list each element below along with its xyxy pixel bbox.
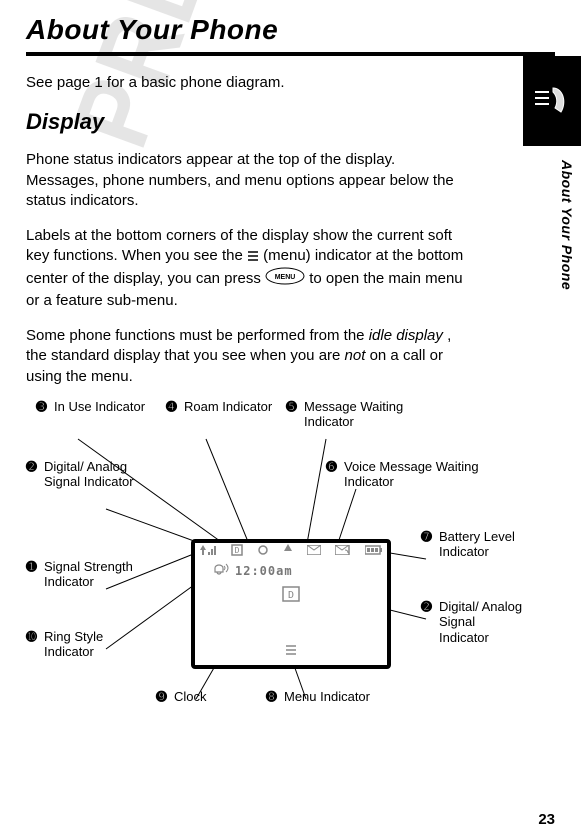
callout-signal-strength: ➊ Signal Strength Indicator: [26, 559, 154, 590]
para3-part-a: Some phone functions must be performed f…: [26, 327, 369, 344]
callout-num-6: ➏: [326, 459, 340, 490]
menu-key-label: MENU: [275, 274, 296, 281]
status-bar: D: [195, 543, 387, 561]
callout-menu-indicator: ➑ Menu Indicator: [266, 689, 370, 705]
page-title: About Your Phone: [26, 14, 555, 46]
callout-label-msg-waiting: Message Waiting Indicator: [304, 399, 444, 430]
callout-num-2a: ➋: [26, 459, 40, 490]
svg-text:D: D: [235, 546, 240, 555]
callout-battery: ➐ Battery Level Indicator: [421, 529, 526, 560]
callout-in-use: ➌ In Use Indicator: [36, 399, 145, 415]
callout-label-battery: Battery Level Indicator: [439, 529, 526, 560]
intro-text: See page 1 for a basic phone diagram.: [26, 74, 555, 91]
paragraph-1: Phone status indicators appear at the to…: [26, 150, 466, 211]
display-row-3: D: [195, 586, 387, 606]
callout-num-10: ➓: [26, 629, 40, 660]
callout-num-9: ➒: [156, 689, 170, 705]
digital-indicator-large-icon: D: [282, 586, 300, 602]
menu-indicator-icon: [247, 251, 259, 261]
callout-num-2b: ➋: [421, 599, 435, 646]
callout-label-in-use: In Use Indicator: [54, 399, 145, 415]
not-term: not: [345, 347, 366, 364]
digital-icon: D: [231, 544, 243, 560]
signal-icon: [199, 544, 217, 560]
callout-label-voice: Voice Message Waiting Indicator: [344, 459, 484, 490]
callout-num-8: ➑: [266, 689, 280, 705]
voicemail-icon: [335, 545, 351, 559]
callout-clock: ➒ Clock: [156, 689, 207, 705]
paragraph-3: Some phone functions must be performed f…: [26, 326, 466, 387]
callout-num-3: ➌: [36, 399, 50, 415]
callout-ring-style: ➓ Ring Style Indicator: [26, 629, 154, 660]
callout-roam: ➍ Roam Indicator: [166, 399, 272, 415]
callout-label-roam: Roam Indicator: [184, 399, 272, 415]
callout-num-1: ➊: [26, 559, 40, 590]
callout-msg-waiting: ➎ Message Waiting Indicator: [286, 399, 444, 430]
callout-label-menu: Menu Indicator: [284, 689, 370, 705]
idle-display-term: idle display: [369, 327, 443, 344]
callout-voice-msg: ➏ Voice Message Waiting Indicator: [326, 459, 484, 490]
message-icon: [307, 545, 321, 559]
callout-num-5: ➎: [286, 399, 300, 430]
display-diagram: ➌ In Use Indicator ➍ Roam Indicator ➎ Me…: [26, 399, 526, 719]
page-number: 23: [538, 811, 555, 828]
svg-text:D: D: [288, 590, 294, 601]
menu-indicator-bottom: [195, 643, 387, 659]
display-row-2: 12:00am: [195, 561, 387, 582]
clock-value: 12:00am: [235, 564, 293, 578]
display-heading: Display: [26, 109, 555, 135]
callout-label-clock: Clock: [174, 689, 207, 705]
callout-num-7: ➐: [421, 529, 435, 560]
paragraph-2: Labels at the bottom corners of the disp…: [26, 226, 466, 311]
menu-key-icon: MENU: [265, 267, 305, 291]
callout-label-ring: Ring Style Indicator: [44, 629, 154, 660]
callout-label-da-right: Digital/ Analog Signal Indicator: [439, 599, 526, 646]
callout-label-da-left: Digital/ Analog Signal Indicator: [44, 459, 154, 490]
title-rule: [26, 52, 555, 56]
callout-digital-analog-right: ➋ Digital/ Analog Signal Indicator: [421, 599, 526, 646]
callout-num-4: ➍: [166, 399, 180, 415]
ring-style-icon: [213, 563, 229, 580]
callout-label-signal: Signal Strength Indicator: [44, 559, 154, 590]
roam-icon: [283, 544, 293, 560]
phone-display: D: [191, 539, 391, 669]
callout-digital-analog-left: ➋ Digital/ Analog Signal Indicator: [26, 459, 154, 490]
battery-icon: [365, 545, 383, 559]
in-use-icon: [257, 544, 269, 560]
